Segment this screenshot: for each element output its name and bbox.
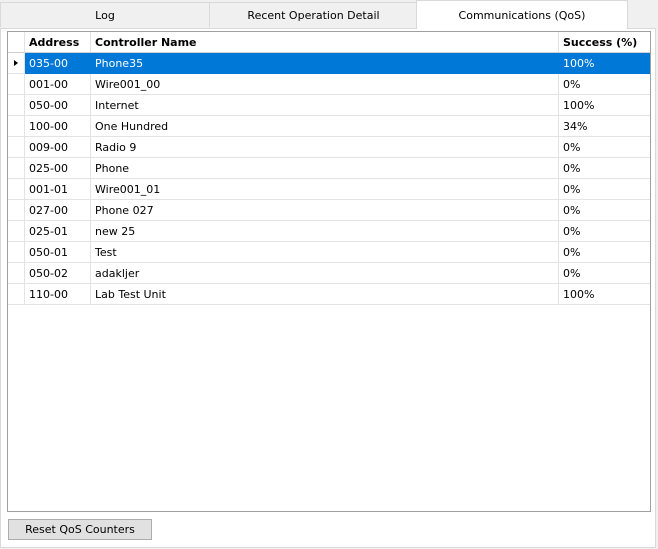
success-cell[interactable]: 100%	[559, 95, 650, 116]
address-cell[interactable]: 027-00	[25, 200, 91, 221]
row-header-cell[interactable]	[8, 116, 25, 137]
grid-header-row: Address Controller Name Success (%)	[8, 32, 650, 53]
success-cell[interactable]: 100%	[559, 284, 650, 305]
tab-strip: Log Recent Operation Detail Communicatio…	[0, 0, 658, 29]
success-cell[interactable]: 0%	[559, 74, 650, 95]
column-header-success[interactable]: Success (%)	[559, 32, 650, 53]
table-row[interactable]: 050-01 Test 0%	[8, 242, 650, 263]
address-cell[interactable]: 025-00	[25, 158, 91, 179]
success-cell[interactable]: 100%	[559, 53, 650, 74]
tab-recent-operation-detail[interactable]: Recent Operation Detail	[209, 2, 418, 27]
address-cell[interactable]: 100-00	[25, 116, 91, 137]
row-header-cell[interactable]	[8, 179, 25, 200]
address-cell[interactable]: 001-01	[25, 179, 91, 200]
table-row[interactable]: 009-00 Radio 9 0%	[8, 137, 650, 158]
column-header-controller-name[interactable]: Controller Name	[91, 32, 559, 53]
address-cell[interactable]: 009-00	[25, 137, 91, 158]
address-cell[interactable]: 001-00	[25, 74, 91, 95]
success-cell[interactable]: 0%	[559, 263, 650, 284]
table-row[interactable]: 035-00 Phone35 100%	[8, 53, 650, 74]
table-row[interactable]: 027-00 Phone 027 0%	[8, 200, 650, 221]
address-cell[interactable]: 025-01	[25, 221, 91, 242]
controller-name-cell[interactable]: Phone	[91, 158, 559, 179]
address-cell[interactable]: 050-02	[25, 263, 91, 284]
column-header-address[interactable]: Address	[25, 32, 91, 53]
table-row[interactable]: 050-00 Internet 100%	[8, 95, 650, 116]
success-cell[interactable]: 0%	[559, 242, 650, 263]
success-cell[interactable]: 34%	[559, 116, 650, 137]
row-header-cell[interactable]	[8, 263, 25, 284]
controller-name-cell[interactable]: Phone 027	[91, 200, 559, 221]
current-row-arrow-icon	[14, 60, 18, 66]
success-cell[interactable]: 0%	[559, 179, 650, 200]
row-header-cell[interactable]	[8, 200, 25, 221]
row-header-cell[interactable]	[8, 74, 25, 95]
success-cell[interactable]: 0%	[559, 200, 650, 221]
qos-grid[interactable]: Address Controller Name Success (%) 035-…	[7, 31, 651, 512]
table-row[interactable]: 025-01 new 25 0%	[8, 221, 650, 242]
controller-name-cell[interactable]: Test	[91, 242, 559, 263]
table-row[interactable]: 001-00 Wire001_00 0%	[8, 74, 650, 95]
address-cell[interactable]: 035-00	[25, 53, 91, 74]
row-header-cell[interactable]	[8, 284, 25, 305]
address-cell[interactable]: 110-00	[25, 284, 91, 305]
table-row[interactable]: 050-02 adakljer 0%	[8, 263, 650, 284]
controller-name-cell[interactable]: One Hundred	[91, 116, 559, 137]
table-row[interactable]: 100-00 One Hundred 34%	[8, 116, 650, 137]
table-row[interactable]: 110-00 Lab Test Unit 100%	[8, 284, 650, 305]
table-row[interactable]: 025-00 Phone 0%	[8, 158, 650, 179]
address-cell[interactable]: 050-00	[25, 95, 91, 116]
success-cell[interactable]: 0%	[559, 221, 650, 242]
address-cell[interactable]: 050-01	[25, 242, 91, 263]
controller-name-cell[interactable]: Wire001_00	[91, 74, 559, 95]
controller-name-cell[interactable]: Phone35	[91, 53, 559, 74]
tab-communications-qos[interactable]: Communications (QoS)	[416, 0, 628, 29]
row-header-cell[interactable]	[8, 137, 25, 158]
reset-qos-counters-button[interactable]: Reset QoS Counters	[8, 519, 152, 540]
row-header-cell[interactable]	[8, 242, 25, 263]
controller-name-cell[interactable]: new 25	[91, 221, 559, 242]
row-header-cell[interactable]	[8, 53, 25, 74]
controller-name-cell[interactable]: Wire001_01	[91, 179, 559, 200]
tab-log[interactable]: Log	[0, 2, 210, 27]
row-header-cell[interactable]	[8, 221, 25, 242]
row-header-cell[interactable]	[8, 95, 25, 116]
row-header-corner	[8, 32, 25, 53]
controller-name-cell[interactable]: Internet	[91, 95, 559, 116]
success-cell[interactable]: 0%	[559, 158, 650, 179]
controller-name-cell[interactable]: Radio 9	[91, 137, 559, 158]
controller-name-cell[interactable]: adakljer	[91, 263, 559, 284]
table-row[interactable]: 001-01 Wire001_01 0%	[8, 179, 650, 200]
success-cell[interactable]: 0%	[559, 137, 650, 158]
controller-name-cell[interactable]: Lab Test Unit	[91, 284, 559, 305]
row-header-cell[interactable]	[8, 158, 25, 179]
